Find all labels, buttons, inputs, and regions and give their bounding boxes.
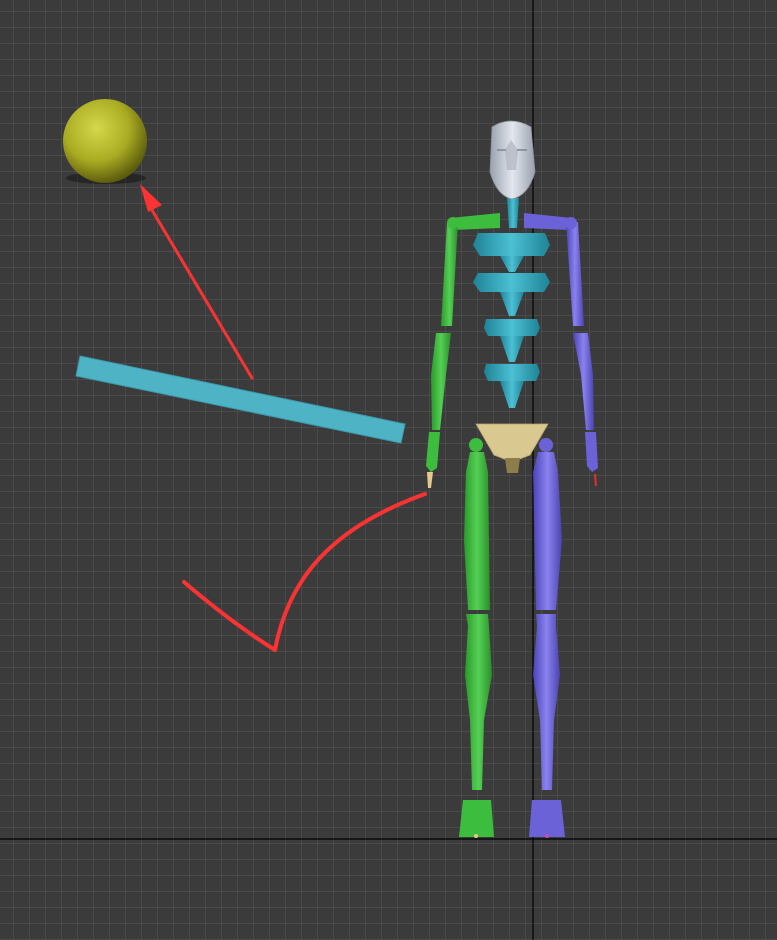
annotation-checkmark [182,492,427,652]
spine[interactable] [473,233,550,408]
front-viewport[interactable] [0,0,777,940]
biped-skeleton[interactable] [426,120,598,838]
head-bone[interactable] [489,120,536,200]
neck-bone [507,198,519,228]
box-object[interactable] [75,355,406,444]
right-leg[interactable] [529,438,565,838]
left-arm[interactable] [426,217,459,488]
right-clavicle [524,213,572,230]
left-leg[interactable] [459,438,494,838]
scene-canvas[interactable] [0,0,777,940]
sphere-object[interactable] [63,99,147,184]
right-arm[interactable] [565,217,598,487]
annotation-arrow [140,184,254,380]
